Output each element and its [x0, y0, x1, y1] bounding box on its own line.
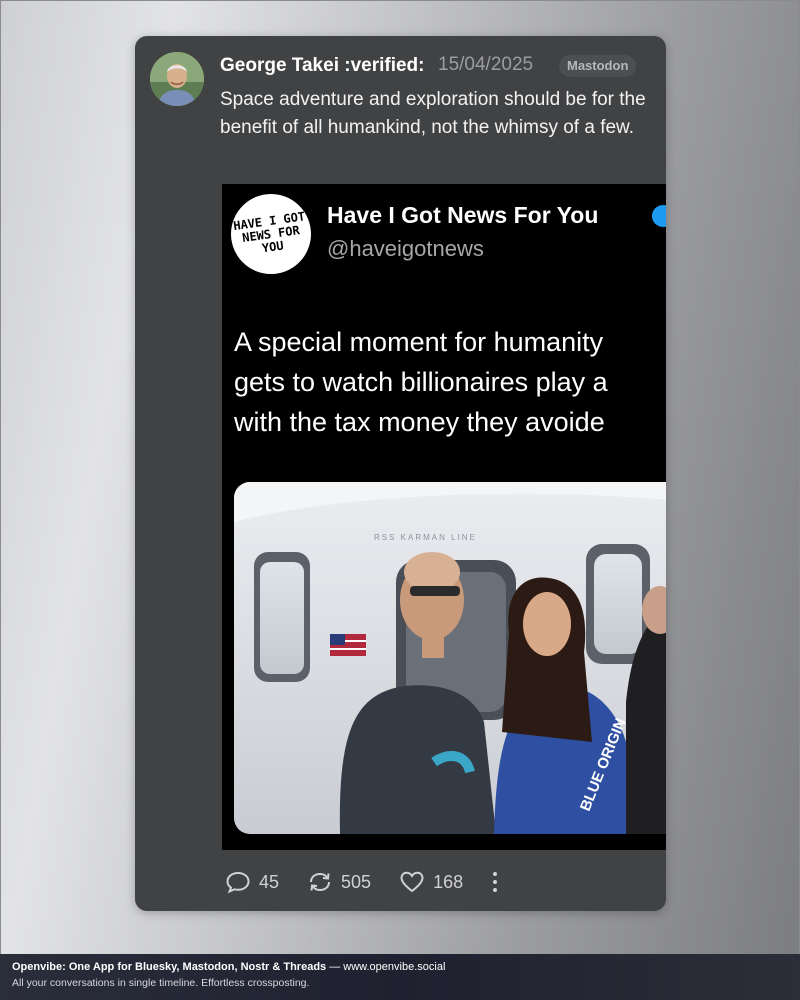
- embed-text-line: with the tax money they avoide: [234, 407, 605, 437]
- capsule-label: RSS KARMAN LINE: [374, 533, 477, 542]
- heart-icon: [400, 871, 424, 893]
- post-actions: 45 505 168: [225, 869, 498, 895]
- embed-avatar-logo-text: HAVE I GOT NEWS FOR YOU: [232, 208, 306, 255]
- footer-tagline: All your conversations in single timelin…: [12, 977, 310, 989]
- speech-bubble-icon: [226, 871, 250, 894]
- network-badge: Mastodon: [559, 55, 637, 77]
- footer-title: Openvibe: One App for Bluesky, Mastodon,…: [12, 961, 445, 973]
- embed-text-line: gets to watch billionaires play a: [234, 367, 608, 397]
- footer-separator: —: [326, 961, 344, 973]
- embed-account-handle: @haveigotnews: [327, 236, 484, 261]
- footer-brand: Openvibe: One App for Bluesky, Mastodon,…: [12, 961, 327, 973]
- embed-avatar: HAVE I GOT NEWS FOR YOU: [231, 194, 311, 274]
- post-timestamp[interactable]: 15/04/2025: [438, 54, 533, 76]
- embed-text: A special moment for humanity gets to wa…: [234, 322, 666, 442]
- boost-button[interactable]: 505: [307, 870, 371, 894]
- post-text: Space adventure and exploration should b…: [220, 89, 646, 138]
- author-photo: [150, 52, 204, 106]
- post-card[interactable]: George Takei :verified: 15/04/2025 Masto…: [135, 36, 666, 911]
- reply-count: 45: [259, 871, 280, 892]
- boost-count: 505: [341, 871, 372, 892]
- vertical-dots-icon[interactable]: [493, 872, 498, 892]
- footer-banner: Openvibe: One App for Bluesky, Mastodon,…: [0, 954, 800, 1000]
- footer-url[interactable]: www.openvibe.social: [343, 961, 445, 973]
- reply-button[interactable]: 45: [225, 870, 279, 894]
- author-avatar[interactable]: [150, 52, 204, 106]
- author-name[interactable]: George Takei :verified:: [220, 55, 435, 79]
- like-count: 168: [433, 871, 464, 892]
- embedded-media[interactable]: HAVE I GOT NEWS FOR YOU Have I Got News …: [222, 184, 666, 850]
- verified-badge-icon: [652, 205, 666, 227]
- like-button[interactable]: 168: [399, 870, 463, 894]
- repeat-arrows-icon: [310, 872, 331, 892]
- embed-photo: RSS KARMAN LINE BLUE ORIGIN: [234, 482, 666, 834]
- embed-account-name: Have I Got News For You: [327, 202, 599, 228]
- embed-text-line: A special moment for humanity: [234, 327, 604, 357]
